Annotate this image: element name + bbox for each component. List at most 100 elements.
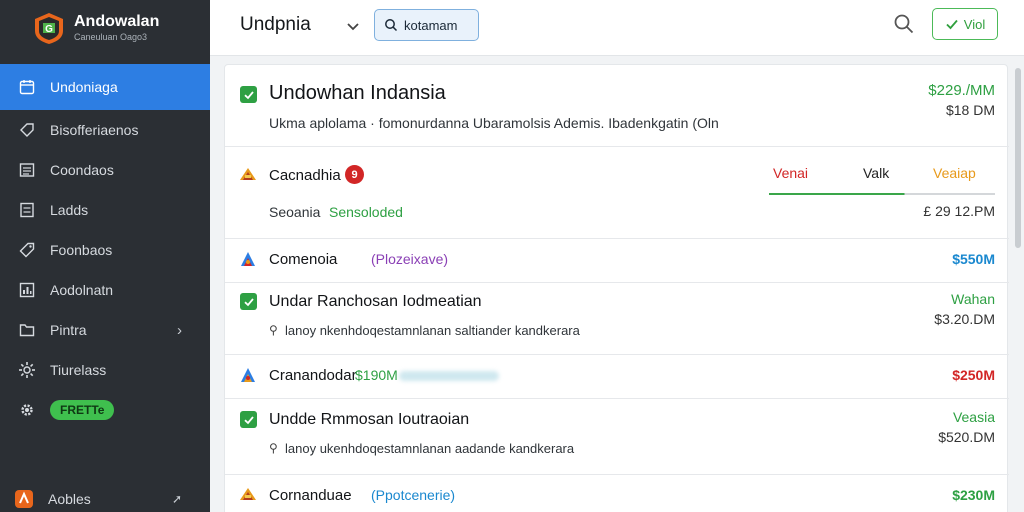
search-icon xyxy=(385,19,398,32)
item-amount: $550M xyxy=(952,251,995,267)
search-input[interactable]: kotamam xyxy=(374,9,479,41)
sidebar-item-label: Coondaos xyxy=(50,162,114,178)
content-panel: Undowhan Indansia Ukma aplolama · fomonu… xyxy=(224,64,1009,512)
item-tag: (Ppotcenerie) xyxy=(371,487,456,503)
item-amount: $229./MM xyxy=(928,82,995,99)
tab-venai[interactable]: Venai xyxy=(773,165,808,181)
item-subtitle: lanoy ukenhdoqestamnlanan aadande kandke… xyxy=(285,441,575,456)
item-title: Undar Ranchosan Iodmeatian xyxy=(269,293,482,310)
search-value: kotamam xyxy=(404,17,458,33)
item-title: Undde Rmmosan Ioutraoian xyxy=(269,411,470,428)
sidebar-item-tiurelass[interactable]: Tiurelass xyxy=(0,350,210,390)
status-badge: Sensoloded xyxy=(329,204,403,220)
list-item[interactable]: Undde Rmmosan Ioutraoian ⚲ lanoy ukenhdo… xyxy=(225,399,1009,475)
sidebar-item-coondaos[interactable]: Coondaos xyxy=(0,150,210,190)
sidebar-item-aobles[interactable]: Aobles ➚ xyxy=(0,486,210,512)
view-button-label: Viol xyxy=(963,16,986,32)
checkbox[interactable] xyxy=(240,411,257,428)
item-amount-secondary: $18 DM xyxy=(945,102,995,118)
item-tag: (Plozeixave) xyxy=(371,251,449,267)
link-icon: ⚲ xyxy=(269,323,278,337)
chevron-right-icon: › xyxy=(177,321,182,339)
app-icon xyxy=(15,490,33,508)
check-icon xyxy=(243,415,254,424)
multicolor-logo-icon xyxy=(241,252,255,266)
item-time: £ 29 12.PM xyxy=(923,203,995,219)
svg-text:G: G xyxy=(45,24,53,35)
multicolor-logo-icon xyxy=(241,368,255,382)
item-tag: $190M xyxy=(355,367,398,383)
sidebar-item-aodolnatn[interactable]: Aodolnatn xyxy=(0,270,210,310)
list-item[interactable]: Cranandodar $190M $250M xyxy=(225,355,1009,399)
chart-icon xyxy=(18,281,36,299)
item-amount: $520.DM xyxy=(938,429,995,445)
sidebar-item-label: Aobles xyxy=(48,491,91,507)
item-amount: $230M xyxy=(952,487,995,503)
sidebar-item-label: Bisofferiaenos xyxy=(50,122,139,138)
document-icon xyxy=(18,201,36,219)
tag-outline-icon xyxy=(18,241,36,259)
folder-icon xyxy=(18,321,36,339)
blurred-text xyxy=(399,371,499,381)
scrollbar[interactable] xyxy=(1014,58,1022,512)
check-icon xyxy=(243,297,254,306)
search-icon[interactable] xyxy=(893,13,915,35)
sidebar-item-bisofferiaenos[interactable]: Bisofferiaenos xyxy=(0,110,210,150)
list-item[interactable]: Cornanduae (Ppotcenerie) $230M xyxy=(225,475,1009,512)
sidebar-item-label: Pintra xyxy=(50,322,87,338)
list-item[interactable]: Comenoia (Plozeixave) $550M xyxy=(225,239,1009,283)
tab-veaiap[interactable]: Veaiap xyxy=(933,165,976,181)
list-item[interactable]: Cacnadhia 9 Seoania Sensoloded Venai Val… xyxy=(225,147,1009,239)
list-item[interactable]: Undar Ranchosan Iodmeatian ⚲ lanoy nkenh… xyxy=(225,283,1009,355)
tab-group: Venai Valk Veaiap xyxy=(769,165,995,195)
view-button[interactable]: Viol xyxy=(932,8,998,40)
tab-indicator xyxy=(769,193,995,195)
sidebar-item-label: Aodolnatn xyxy=(50,282,114,298)
frette-badge: FRETTe xyxy=(50,400,115,420)
item-title: Cranandodar xyxy=(269,367,357,384)
item-label: Veasia xyxy=(952,409,995,425)
calendar-icon xyxy=(18,78,36,96)
link-icon: ⚲ xyxy=(269,441,278,455)
count-badge: 9 xyxy=(345,165,364,184)
topbar: Undpnia kotamam Viol xyxy=(210,0,1024,56)
sidebar-item-undoniaga[interactable]: Undoniaga xyxy=(0,64,210,110)
item-subtitle: lanoy nkenhdoqestamnlanan saltiander kan… xyxy=(285,323,580,338)
item-title: Cornanduae xyxy=(269,487,352,504)
check-icon xyxy=(946,19,958,30)
list-icon xyxy=(18,161,36,179)
check-icon xyxy=(243,90,254,99)
brand-subtitle: Caneuluan Oago3 xyxy=(74,32,148,42)
sidebar-nav: Undoniaga Bisofferiaenos Coondaos Ladds … xyxy=(0,64,210,430)
brand[interactable]: G Andowalan Caneuluan Oago3 xyxy=(0,0,210,56)
sidebar-item-label: Undoniaga xyxy=(50,79,118,95)
brand-title: Andowalan xyxy=(74,13,160,30)
sidebar-item-frette[interactable]: FRETTe xyxy=(0,390,210,430)
item-title: Comenoia xyxy=(269,251,338,268)
chevron-down-icon[interactable] xyxy=(344,17,362,35)
gear-icon xyxy=(18,401,36,419)
item-amount: $3.20.DM xyxy=(934,311,995,327)
list-item[interactable]: Undowhan Indansia Ukma aplolama · fomonu… xyxy=(225,65,1009,147)
sidebar-item-foonbaos[interactable]: Foonbaos xyxy=(0,230,210,270)
page-title: Undpnia xyxy=(240,14,311,35)
checkbox[interactable] xyxy=(240,293,257,310)
checkbox[interactable] xyxy=(240,86,257,103)
tab-valk[interactable]: Valk xyxy=(863,165,889,181)
sidebar-item-label: Foonbaos xyxy=(50,242,113,258)
item-title: Undowhan Indansia xyxy=(269,82,446,104)
sidebar-item-ladds[interactable]: Ladds xyxy=(0,190,210,230)
tag-icon xyxy=(18,121,36,139)
item-title: Cacnadhia xyxy=(269,167,341,184)
multicolor-logo-icon xyxy=(240,168,256,180)
arrow-icon: ➚ xyxy=(171,492,182,506)
sidebar-item-pintra[interactable]: Pintra › xyxy=(0,310,210,350)
item-subtitle: Seoania xyxy=(269,204,321,220)
sidebar: G Andowalan Caneuluan Oago3 Undoniaga Bi… xyxy=(0,0,210,512)
scrollbar-thumb[interactable] xyxy=(1015,68,1021,248)
multicolor-logo-icon xyxy=(240,488,256,500)
sidebar-item-label: Ladds xyxy=(50,202,89,218)
settings-icon xyxy=(18,361,36,379)
brand-logo: G xyxy=(35,13,63,44)
sidebar-item-label: Tiurelass xyxy=(50,362,107,378)
